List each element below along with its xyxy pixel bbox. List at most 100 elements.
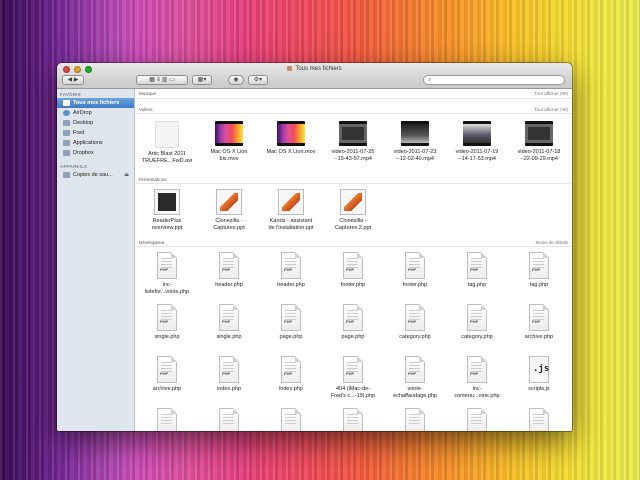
- code-file[interactable]: [136, 408, 198, 431]
- code-file[interactable]: [198, 408, 260, 431]
- code-file[interactable]: PHP single.php: [198, 304, 260, 341]
- code-file[interactable]: PHP tag.php: [446, 252, 508, 289]
- code-file[interactable]: PHP inc-listefor...voirie.php: [136, 252, 198, 295]
- code-file[interactable]: .js scripts.js: [508, 356, 570, 393]
- video-file[interactable]: video-2011-07-18 --22-09-29.mp4: [508, 121, 570, 162]
- video-file[interactable]: Mac OS X Lion.mov: [260, 121, 322, 156]
- presentation-file[interactable]: Clonezilla - Captures 2.ppt: [322, 189, 384, 231]
- code-file[interactable]: PHP page.php: [322, 304, 384, 341]
- file-name-line: --12-02-40.mp4: [396, 155, 434, 162]
- php-file-icon: PHP: [467, 252, 487, 279]
- php-icon-label: PHP: [284, 267, 293, 272]
- thumbnail-image: [344, 193, 362, 211]
- code-file[interactable]: [446, 408, 508, 431]
- file-name-line: category.php: [461, 334, 493, 340]
- file-name-line: TRUEFRE...FwD.avi: [141, 157, 193, 164]
- file-name: single.php: [198, 334, 260, 341]
- video-file[interactable]: Artic Blast 2011 TRUEFRE...FwD.avi: [136, 121, 198, 164]
- code-file[interactable]: PHP header.php: [198, 252, 260, 289]
- back-forward-button[interactable]: ◀ ▶: [62, 75, 84, 85]
- php-icon-label: PHP: [346, 267, 355, 272]
- code-file[interactable]: PHP archive.php: [508, 304, 570, 341]
- sidebar-item-applications[interactable]: Applications: [57, 138, 134, 148]
- file-name-line: archive.php: [152, 386, 182, 392]
- text-lines: [223, 414, 234, 424]
- php-file-icon: PHP: [343, 252, 363, 279]
- code-file[interactable]: PHP footer.php: [322, 252, 384, 289]
- php-icon-label: PHP: [346, 319, 355, 324]
- code-file[interactable]: [260, 408, 322, 431]
- file-name-line: header.php: [277, 282, 305, 288]
- sidebar-item-airdrop[interactable]: AirDrop: [57, 108, 134, 118]
- presentation-file[interactable]: ReaderPlus overview.ppt: [136, 189, 198, 231]
- home-icon: [63, 130, 70, 136]
- code-file[interactable]: PHP 404 (iMac-de- Fred's c...-19).php: [322, 356, 384, 399]
- file-name: archive.php: [508, 334, 570, 341]
- code-file[interactable]: PHP page.php: [260, 304, 322, 341]
- php-file-icon: PHP: [157, 356, 177, 383]
- php-icon-label: PHP: [470, 371, 479, 376]
- sidebar-item-dropbox[interactable]: Dropbox: [57, 148, 134, 158]
- code-file[interactable]: PHP inc-contenu...oirie.php: [446, 356, 508, 399]
- file-name: footer.php: [384, 282, 446, 289]
- code-file[interactable]: PHP index.php: [198, 356, 260, 393]
- airdrop-icon: [63, 110, 70, 116]
- section-header: Vidéos Tout afficher (48): [136, 106, 572, 114]
- search-input[interactable]: ⌕: [423, 75, 565, 85]
- file-browser: Musique Tout afficher (90) Vidéos Tout a…: [136, 89, 572, 431]
- show-all-link[interactable]: Tout afficher (90): [534, 91, 568, 96]
- arrange-button[interactable]: ▦▾: [192, 75, 212, 85]
- code-file[interactable]: PHP category.php: [446, 304, 508, 341]
- code-file[interactable]: PHP archive.php: [136, 356, 198, 393]
- file-name: Mac OS X Lion.mov: [260, 149, 322, 156]
- presentation-file[interactable]: Clonezilla - Captures.ppt: [198, 189, 260, 231]
- file-name-line: category.php: [399, 334, 431, 340]
- section-header: Musique Tout afficher (90): [136, 89, 572, 99]
- code-file[interactable]: PHP tag.php: [508, 252, 570, 289]
- developer-rows: PHP inc-listefor...voirie.php PHP header.ph…: [136, 247, 572, 431]
- section-title: Présentations: [139, 177, 167, 182]
- file-name: category.php: [384, 334, 446, 341]
- php-file-icon: PHP: [405, 304, 425, 331]
- file-name-line: Mac OS X Lion.mov: [266, 149, 316, 155]
- php-file-icon: PHP: [281, 252, 301, 279]
- php-icon-label: PHP: [160, 319, 169, 324]
- php-file-icon: PHP: [219, 356, 239, 383]
- code-file[interactable]: PHP footer.php: [384, 252, 446, 289]
- code-file[interactable]: [384, 408, 446, 431]
- js-file-icon: .js: [529, 356, 549, 383]
- video-file[interactable]: Mac OS X Lion bis.mov: [198, 121, 260, 162]
- sidebar-header-devices: APPAREILS: [60, 164, 88, 169]
- code-file[interactable]: PHP single.php: [136, 304, 198, 341]
- file-name-line: --15-43-57.mp4: [334, 155, 372, 162]
- php-file-icon: [219, 408, 239, 431]
- presentation-file[interactable]: Karotz - assistant de l'installation.ppt: [260, 189, 322, 231]
- code-file[interactable]: PHP index.php: [260, 356, 322, 393]
- video-thumbnail: [215, 121, 243, 146]
- php-icon-label: PHP: [222, 267, 231, 272]
- view-mode-buttons[interactable]: ▦ ≡ ▥ ▭: [136, 75, 188, 85]
- code-file[interactable]: [322, 408, 384, 431]
- file-name-line: --22-09-29.mp4: [520, 155, 558, 162]
- php-file-icon: PHP: [529, 252, 549, 279]
- eject-icon[interactable]: ⏏: [124, 172, 129, 178]
- code-file[interactable]: PHP category.php: [384, 304, 446, 341]
- code-file[interactable]: [508, 408, 570, 431]
- thumbnail-image: [282, 193, 300, 211]
- video-file[interactable]: video-2011-07-25 --15-43-57.mp4: [322, 121, 384, 162]
- quick-look-button[interactable]: ◉: [228, 75, 244, 85]
- video-file[interactable]: video-2011-07-23 --12-02-40.mp4: [384, 121, 446, 162]
- action-button[interactable]: ⚙▾: [248, 75, 268, 85]
- sidebar-item-fred[interactable]: Fred: [57, 128, 134, 138]
- code-file[interactable]: PHP voirie-echaffaudage.php: [384, 356, 446, 399]
- less-details-link[interactable]: Moins de détails: [535, 240, 568, 245]
- file-name: scripts.js: [508, 386, 570, 393]
- code-file[interactable]: PHP header.php: [260, 252, 322, 289]
- sidebar-item-desktop[interactable]: Desktop: [57, 118, 134, 128]
- show-all-link[interactable]: Tout afficher (48): [534, 107, 568, 112]
- thumbnail-image: [158, 193, 176, 211]
- video-file[interactable]: video-2011-07-19 --14-17-53.mp4: [446, 121, 508, 162]
- sidebar-item-all-files[interactable]: Tous mes fichiers: [57, 98, 134, 108]
- sidebar-item-backup[interactable]: Copies de sau... ⏏: [57, 170, 134, 180]
- section-header: Présentations: [136, 176, 572, 184]
